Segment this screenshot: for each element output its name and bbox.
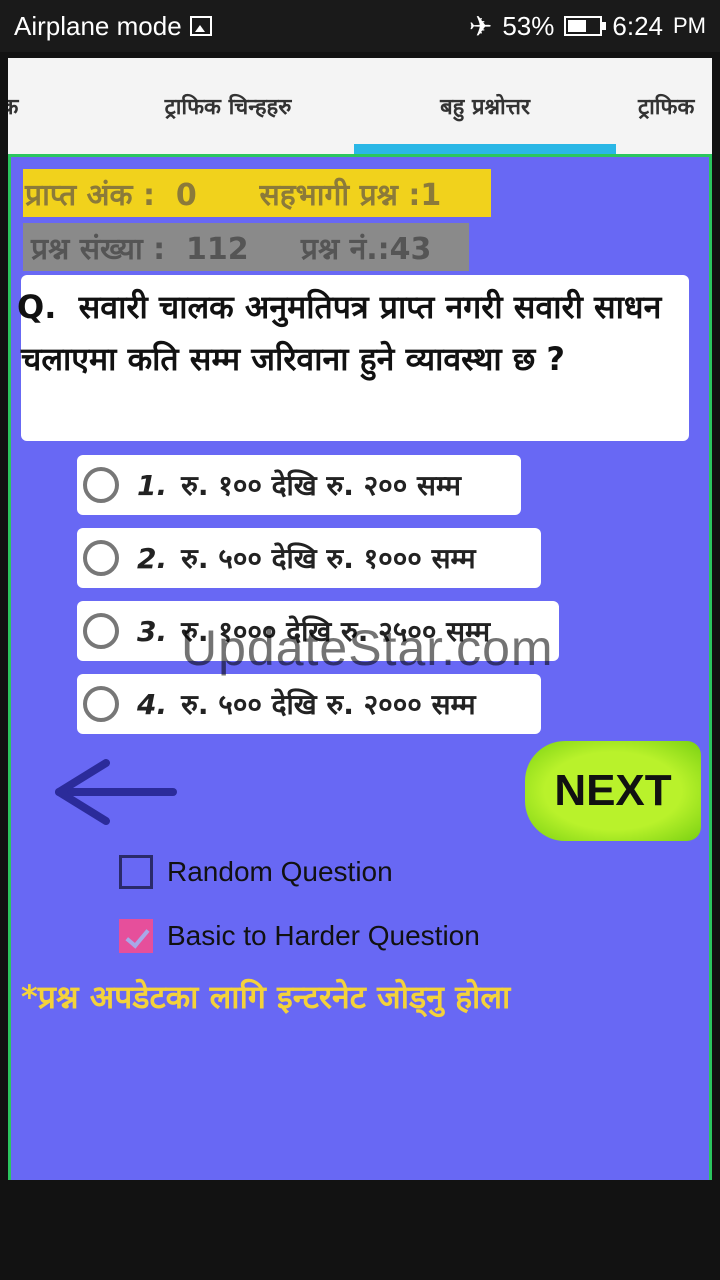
checkbox-label: Basic to Harder Question bbox=[167, 920, 480, 951]
checkbox-label: Random Question bbox=[167, 856, 393, 887]
option-number: 4. bbox=[137, 687, 168, 721]
next-button[interactable]: NEXT bbox=[525, 741, 701, 841]
checkbox-unchecked-icon[interactable] bbox=[119, 855, 153, 889]
question-card: Q. सवारी चालक अनुमतिपत्र प्राप्त नगरी सव… bbox=[17, 275, 689, 441]
question-count-bar: प्रश्न संख्या : 112 प्रश्न नं.:43 bbox=[23, 223, 469, 271]
score-text: प्राप्त अंक : 0 सहभागी प्रश्न :1 bbox=[25, 177, 442, 213]
back-arrow-icon[interactable] bbox=[51, 757, 181, 827]
score-bar: प्राप्त अंक : 0 सहभागी प्रश्न :1 bbox=[23, 169, 491, 217]
tab-traffic-signs[interactable]: ट्राफिक चिन्हहरु bbox=[118, 58, 338, 154]
option-text: रु. १००० देखि रु. २५०० सम्म bbox=[181, 615, 491, 648]
status-bar: Airplane mode ✈ 53% 6:24 PM bbox=[0, 0, 720, 52]
tab-traffic-next[interactable]: ट्राफिक bbox=[638, 58, 712, 154]
radio-button-icon[interactable] bbox=[83, 467, 119, 503]
internet-notice: *प्रश्न अपडेटका लागि इन्टरनेट जोड्नु होल… bbox=[21, 978, 511, 1016]
tab-bar: क ट्राफिक चिन्हहरु बहु प्रश्नोत्तर ट्राफ… bbox=[8, 58, 712, 154]
tab-previous[interactable]: क bbox=[8, 58, 20, 154]
radio-button-icon[interactable] bbox=[83, 540, 119, 576]
question-prefix: Q. bbox=[17, 288, 57, 326]
battery-icon bbox=[564, 16, 607, 36]
checkbox-checked-icon[interactable] bbox=[119, 919, 153, 953]
answer-option-4[interactable]: 4. रु. ५०० देखि रु. २००० सम्म bbox=[77, 674, 541, 734]
quiz-panel: प्राप्त अंक : 0 सहभागी प्रश्न :1 प्रश्न … bbox=[8, 154, 712, 1180]
basic-to-harder-option[interactable]: Basic to Harder Question bbox=[119, 919, 480, 953]
option-number: 1. bbox=[137, 468, 168, 502]
clock-time: 6:24 bbox=[612, 10, 663, 41]
option-number: 2. bbox=[137, 541, 168, 575]
tab-multiple-choice[interactable]: बहु प्रश्नोत्तर bbox=[354, 58, 616, 154]
option-number: 3. bbox=[137, 614, 168, 648]
radio-button-icon[interactable] bbox=[83, 613, 119, 649]
option-text: रु. १०० देखि रु. २०० सम्म bbox=[181, 469, 462, 502]
image-notification-icon bbox=[189, 16, 212, 36]
airplane-mode-label: Airplane mode bbox=[14, 10, 182, 41]
answer-option-3[interactable]: 3. रु. १००० देखि रु. २५०० सम्म bbox=[77, 601, 559, 661]
radio-button-icon[interactable] bbox=[83, 686, 119, 722]
answer-option-2[interactable]: 2. रु. ५०० देखि रु. १००० सम्म bbox=[77, 528, 541, 588]
clock-ampm: PM bbox=[673, 13, 706, 38]
answer-option-1[interactable]: 1. रु. १०० देखि रु. २०० सम्म bbox=[77, 455, 521, 515]
navigation-bar bbox=[0, 1180, 720, 1280]
battery-percent: 53% bbox=[502, 10, 555, 41]
option-text: रु. ५०० देखि रु. २००० सम्म bbox=[181, 688, 476, 721]
airplane-icon: ✈ bbox=[468, 10, 493, 42]
random-question-option[interactable]: Random Question bbox=[119, 855, 393, 889]
option-text: रु. ५०० देखि रु. १००० सम्म bbox=[181, 542, 476, 575]
question-text: सवारी चालक अनुमतिपत्र प्राप्त नगरी सवारी… bbox=[21, 288, 662, 378]
tab-active-indicator bbox=[354, 144, 616, 154]
question-count-text: प्रश्न संख्या : 112 प्रश्न नं.:43 bbox=[31, 231, 432, 267]
